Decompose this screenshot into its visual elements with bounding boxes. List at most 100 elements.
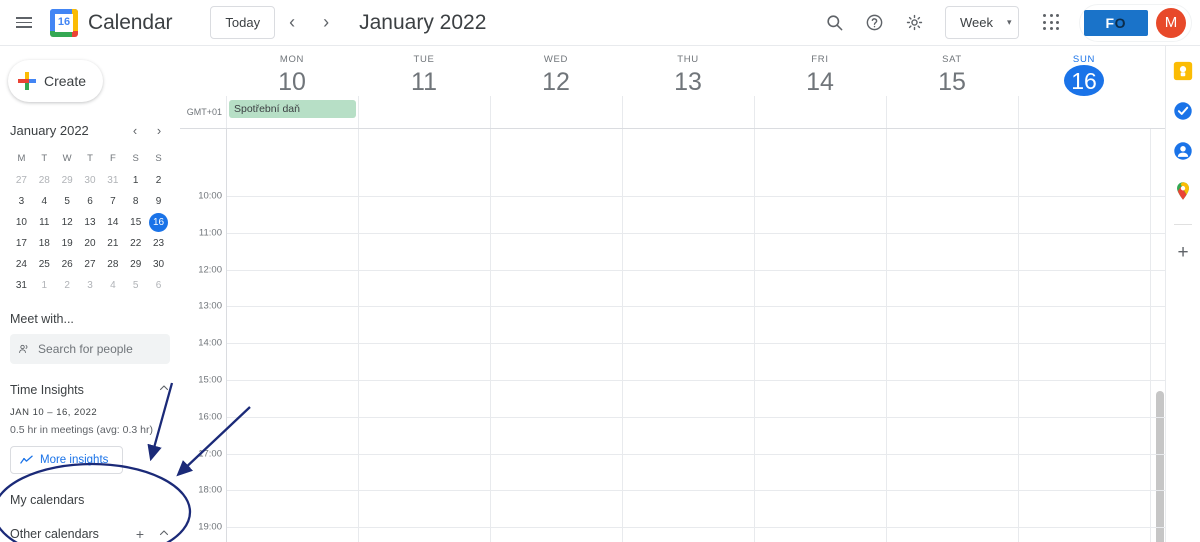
mini-calendar-day[interactable]: 2 [56, 275, 79, 296]
day-header-tue[interactable]: TUE 11 [358, 46, 490, 96]
chevron-up-icon[interactable] [158, 527, 170, 541]
all-day-column[interactable] [358, 96, 490, 128]
day-header-wed[interactable]: WED 12 [490, 46, 622, 96]
my-calendars-header[interactable]: My calendars [10, 490, 170, 510]
mini-calendar-day[interactable]: 24 [10, 254, 33, 275]
day-header-mon[interactable]: MON 10 [226, 46, 358, 96]
mini-calendar-day[interactable]: 30 [79, 170, 102, 191]
mini-calendar-day[interactable]: 29 [124, 254, 147, 275]
vertical-scrollbar[interactable] [1156, 391, 1164, 542]
mini-calendar-day[interactable]: 28 [33, 170, 56, 191]
mini-calendar-day[interactable]: 25 [33, 254, 56, 275]
mini-calendar-day[interactable]: 10 [10, 212, 33, 233]
all-day-column[interactable] [490, 96, 622, 128]
day-header-sat[interactable]: SAT 15 [886, 46, 1018, 96]
all-day-column[interactable] [886, 96, 1018, 128]
mini-calendar-day[interactable]: 14 [101, 212, 124, 233]
mini-calendar-day[interactable]: 7 [101, 191, 124, 212]
mini-calendar-day[interactable]: 22 [124, 233, 147, 254]
mini-calendar-header: January 2022 ‹ › [10, 118, 170, 142]
mini-calendar-day[interactable]: 20 [79, 233, 102, 254]
hamburger-menu-icon[interactable] [4, 3, 44, 43]
mini-calendar-day[interactable]: 18 [33, 233, 56, 254]
mini-calendar-day[interactable]: 30 [147, 254, 170, 275]
mini-calendar-day[interactable]: 5 [56, 191, 79, 212]
mini-calendar-next-icon[interactable]: › [148, 119, 170, 141]
today-button[interactable]: Today [210, 6, 276, 39]
mini-calendar-day[interactable]: 8 [124, 191, 147, 212]
account-area: FO M [1078, 3, 1192, 42]
other-calendars-header[interactable]: Other calendars + [10, 524, 170, 542]
google-contacts-icon[interactable] [1172, 140, 1194, 162]
mini-calendar-day[interactable]: 17 [10, 233, 33, 254]
mini-calendar-day[interactable]: 27 [10, 170, 33, 191]
view-mode-label: Week [960, 15, 994, 30]
mini-calendar-day[interactable]: 3 [79, 275, 102, 296]
gear-icon[interactable] [895, 4, 933, 42]
previous-period-icon[interactable]: ‹ [275, 6, 309, 40]
mini-calendar-day[interactable]: 31 [101, 170, 124, 191]
top-app-bar: 16 Calendar Today ‹ › January 2022 Week … [0, 0, 1200, 46]
mini-calendar-day[interactable]: 5 [124, 275, 147, 296]
next-period-icon[interactable]: › [309, 6, 343, 40]
add-panel-icon[interactable]: + [1177, 243, 1188, 262]
mini-calendar-day[interactable]: 12 [56, 212, 79, 233]
search-icon[interactable] [815, 4, 853, 42]
hour-label: 19:00 [198, 521, 222, 533]
mini-calendar-day[interactable]: 26 [56, 254, 79, 275]
mini-calendar-day[interactable]: 16 [147, 212, 170, 233]
day-header-number: 14 [806, 68, 834, 96]
mini-calendar-day[interactable]: 23 [147, 233, 170, 254]
mini-calendar-grid: M T W T F S S 27 28 29 30 31 1 2 3 4 5 6 7 8 9 10 11 12 13 14 15 16… [10, 148, 170, 296]
hour-label: 12:00 [198, 264, 222, 276]
mini-calendar-day[interactable]: 4 [33, 191, 56, 212]
search-people-input[interactable] [38, 342, 162, 356]
google-maps-icon[interactable] [1172, 180, 1194, 202]
mini-calendar-day[interactable]: 28 [101, 254, 124, 275]
mini-calendar-dow-5: S [132, 153, 139, 164]
mini-calendar-day[interactable]: 31 [10, 275, 33, 296]
search-people-field[interactable] [10, 334, 170, 364]
day-header-sun[interactable]: SUN 16 [1018, 46, 1150, 96]
all-day-column[interactable] [754, 96, 886, 128]
all-day-column[interactable]: Spotřební daň [226, 96, 358, 128]
mini-calendar-day[interactable]: 13 [79, 212, 102, 233]
hour-gridline [226, 416, 1165, 418]
timezone-label: GMT+01 [186, 107, 222, 117]
mini-calendar-day[interactable]: 11 [33, 212, 56, 233]
mini-calendar-day[interactable]: 6 [79, 191, 102, 212]
add-other-calendar-icon[interactable]: + [136, 527, 144, 541]
mini-calendar-day[interactable]: 21 [101, 233, 124, 254]
mini-calendar-day[interactable]: 4 [101, 275, 124, 296]
mini-calendar-day[interactable]: 3 [10, 191, 33, 212]
all-day-column[interactable] [622, 96, 754, 128]
mini-calendar-day[interactable]: 9 [147, 191, 170, 212]
google-tasks-icon[interactable] [1172, 100, 1194, 122]
mini-calendar-prev-icon[interactable]: ‹ [124, 119, 146, 141]
more-insights-button[interactable]: More insights [10, 446, 123, 474]
workspace-badge[interactable]: FO [1083, 9, 1148, 36]
mini-calendar-day[interactable]: 29 [56, 170, 79, 191]
apps-grid-icon[interactable] [1033, 4, 1071, 42]
chevron-up-icon[interactable] [158, 382, 170, 397]
help-icon[interactable] [855, 4, 893, 42]
mini-calendar-day[interactable]: 15 [124, 212, 147, 233]
mini-calendar-day[interactable]: 19 [56, 233, 79, 254]
mini-calendar-day[interactable]: 1 [33, 275, 56, 296]
hour-gridline [226, 343, 1165, 345]
day-header-fri[interactable]: FRI 14 [754, 46, 886, 96]
create-button[interactable]: Create [8, 60, 103, 102]
calendar-app: 16 Calendar Today ‹ › January 2022 Week … [0, 0, 1200, 542]
all-day-event[interactable]: Spotřební daň [229, 100, 356, 118]
hour-label: 17:00 [198, 448, 222, 460]
view-mode-select[interactable]: Week ▾ [945, 6, 1019, 39]
mini-calendar-day[interactable]: 2 [147, 170, 170, 191]
day-header-thu[interactable]: THU 13 [622, 46, 754, 96]
mini-calendar-day[interactable]: 1 [124, 170, 147, 191]
all-day-column[interactable] [1018, 96, 1150, 128]
trend-line-icon [20, 455, 33, 464]
avatar[interactable]: M [1156, 7, 1186, 38]
mini-calendar-day[interactable]: 6 [147, 275, 170, 296]
google-keep-icon[interactable] [1172, 60, 1194, 82]
mini-calendar-day[interactable]: 27 [79, 254, 102, 275]
